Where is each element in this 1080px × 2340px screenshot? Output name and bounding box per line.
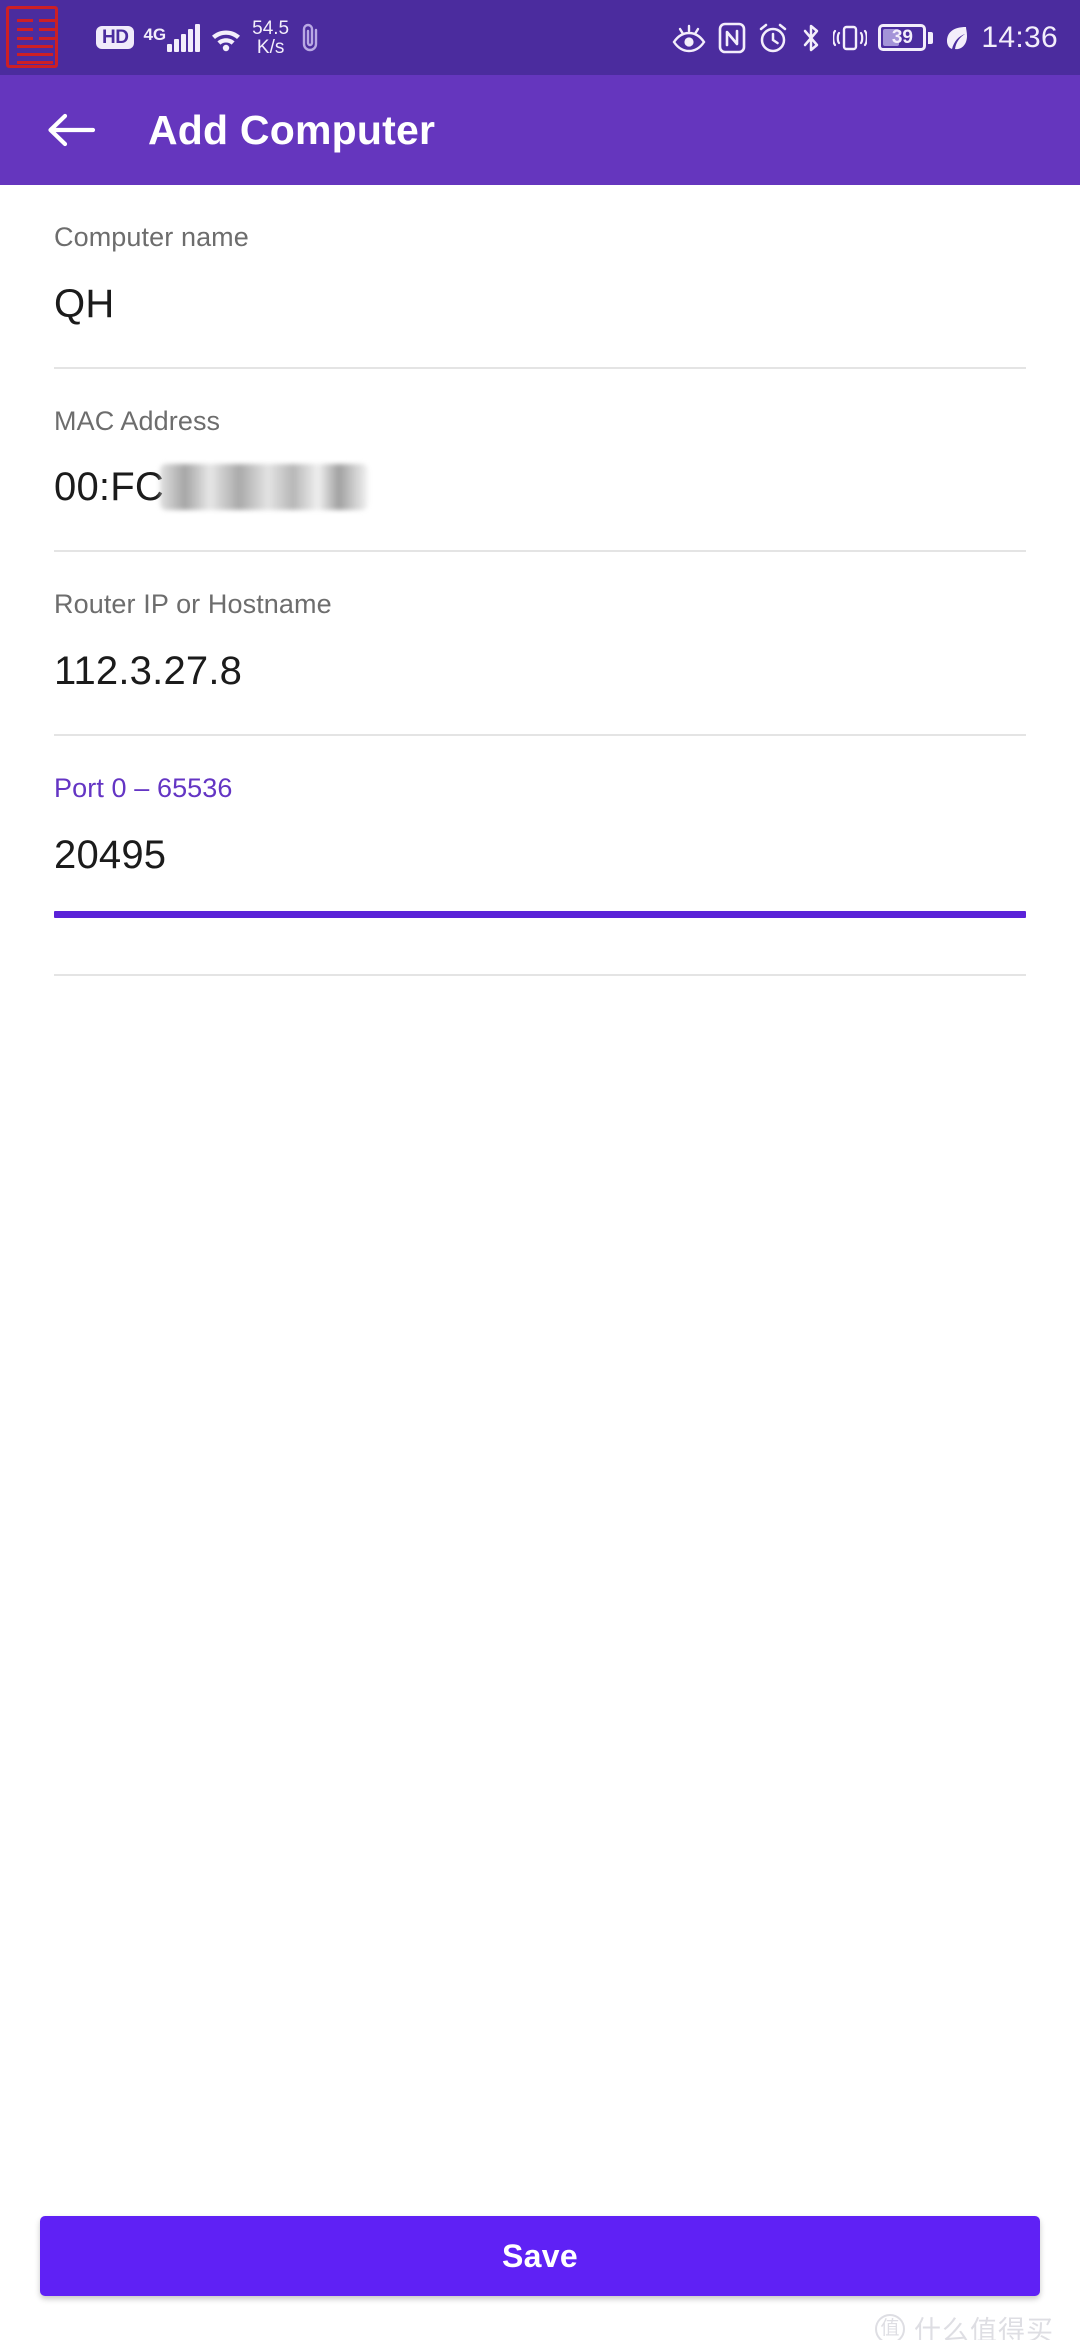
add-computer-form: Computer name QH MAC Address 00:FC Route… xyxy=(0,185,1080,2216)
form-empty-space xyxy=(54,976,1026,2216)
back-button[interactable] xyxy=(40,99,102,161)
input-router-ip[interactable]: 112.3.27.8 xyxy=(54,648,242,694)
mac-address-redaction-blur xyxy=(159,464,368,511)
battery-percent-label: 39 xyxy=(891,27,913,48)
alarm-clock-icon xyxy=(757,22,789,54)
field-mac-address[interactable]: MAC Address 00:FC xyxy=(54,369,1026,553)
field-label-port: Port 0 – 65536 xyxy=(54,773,233,804)
network-speed-indicator: 54.5 K/s xyxy=(252,19,289,57)
signal-bars-icon xyxy=(167,23,201,52)
back-arrow-icon xyxy=(45,110,97,150)
battery-indicator: 39 xyxy=(878,24,934,51)
input-computer-name[interactable]: QH xyxy=(54,281,114,327)
network-speed-value: 54.5 xyxy=(252,17,290,39)
watermark-badge-icon: 值 xyxy=(875,2313,905,2340)
app-bar: Add Computer xyxy=(0,75,1080,185)
nfc-icon xyxy=(718,22,746,54)
red-seal-stamp-watermark xyxy=(6,6,58,68)
field-port[interactable]: Port 0 – 65536 20495 xyxy=(54,736,1026,918)
bluetooth-icon xyxy=(800,22,822,54)
status-bar-clock: 14:36 xyxy=(981,20,1058,54)
site-watermark: 值 什么值得买 xyxy=(875,2309,1054,2340)
watermark-text: 什么值得买 xyxy=(914,2316,1054,2340)
status-bar-right-group: 39 14:36 xyxy=(671,21,1058,55)
hd-badge-icon: HD xyxy=(96,25,135,50)
save-button[interactable]: Save xyxy=(40,2216,1040,2296)
network-type-label: 4G xyxy=(143,24,167,44)
wifi-icon xyxy=(209,24,243,52)
network-speed-unit: K/s xyxy=(256,36,285,58)
vibrate-icon xyxy=(833,22,868,54)
status-bar: HD 4G 54.5 K/s 39 14:36 xyxy=(0,0,1080,75)
cellular-signal-icon: 4G xyxy=(143,23,201,52)
field-router-ip[interactable]: Router IP or Hostname 112.3.27.8 xyxy=(54,552,1026,737)
input-port[interactable]: 20495 xyxy=(54,832,166,878)
field-label-mac-address: MAC Address xyxy=(54,405,221,436)
field-label-computer-name: Computer name xyxy=(54,222,249,252)
form-bottom-divider xyxy=(54,918,1026,976)
leaf-icon xyxy=(944,24,970,52)
field-label-router-ip: Router IP or Hostname xyxy=(54,589,332,620)
phone-screen: HD 4G 54.5 K/s 39 14:36 Add Computer Com… xyxy=(0,0,1080,2340)
status-bar-left-group: HD 4G 54.5 K/s xyxy=(96,19,324,57)
eye-comfort-icon xyxy=(671,23,707,53)
page-title: Add Computer xyxy=(148,106,436,153)
field-computer-name[interactable]: Computer name QH xyxy=(54,185,1026,369)
paperclip-icon xyxy=(298,22,324,54)
footer-action-area: Save 值 什么值得买 xyxy=(0,2216,1080,2340)
input-mac-address[interactable]: 00:FC xyxy=(54,464,164,510)
